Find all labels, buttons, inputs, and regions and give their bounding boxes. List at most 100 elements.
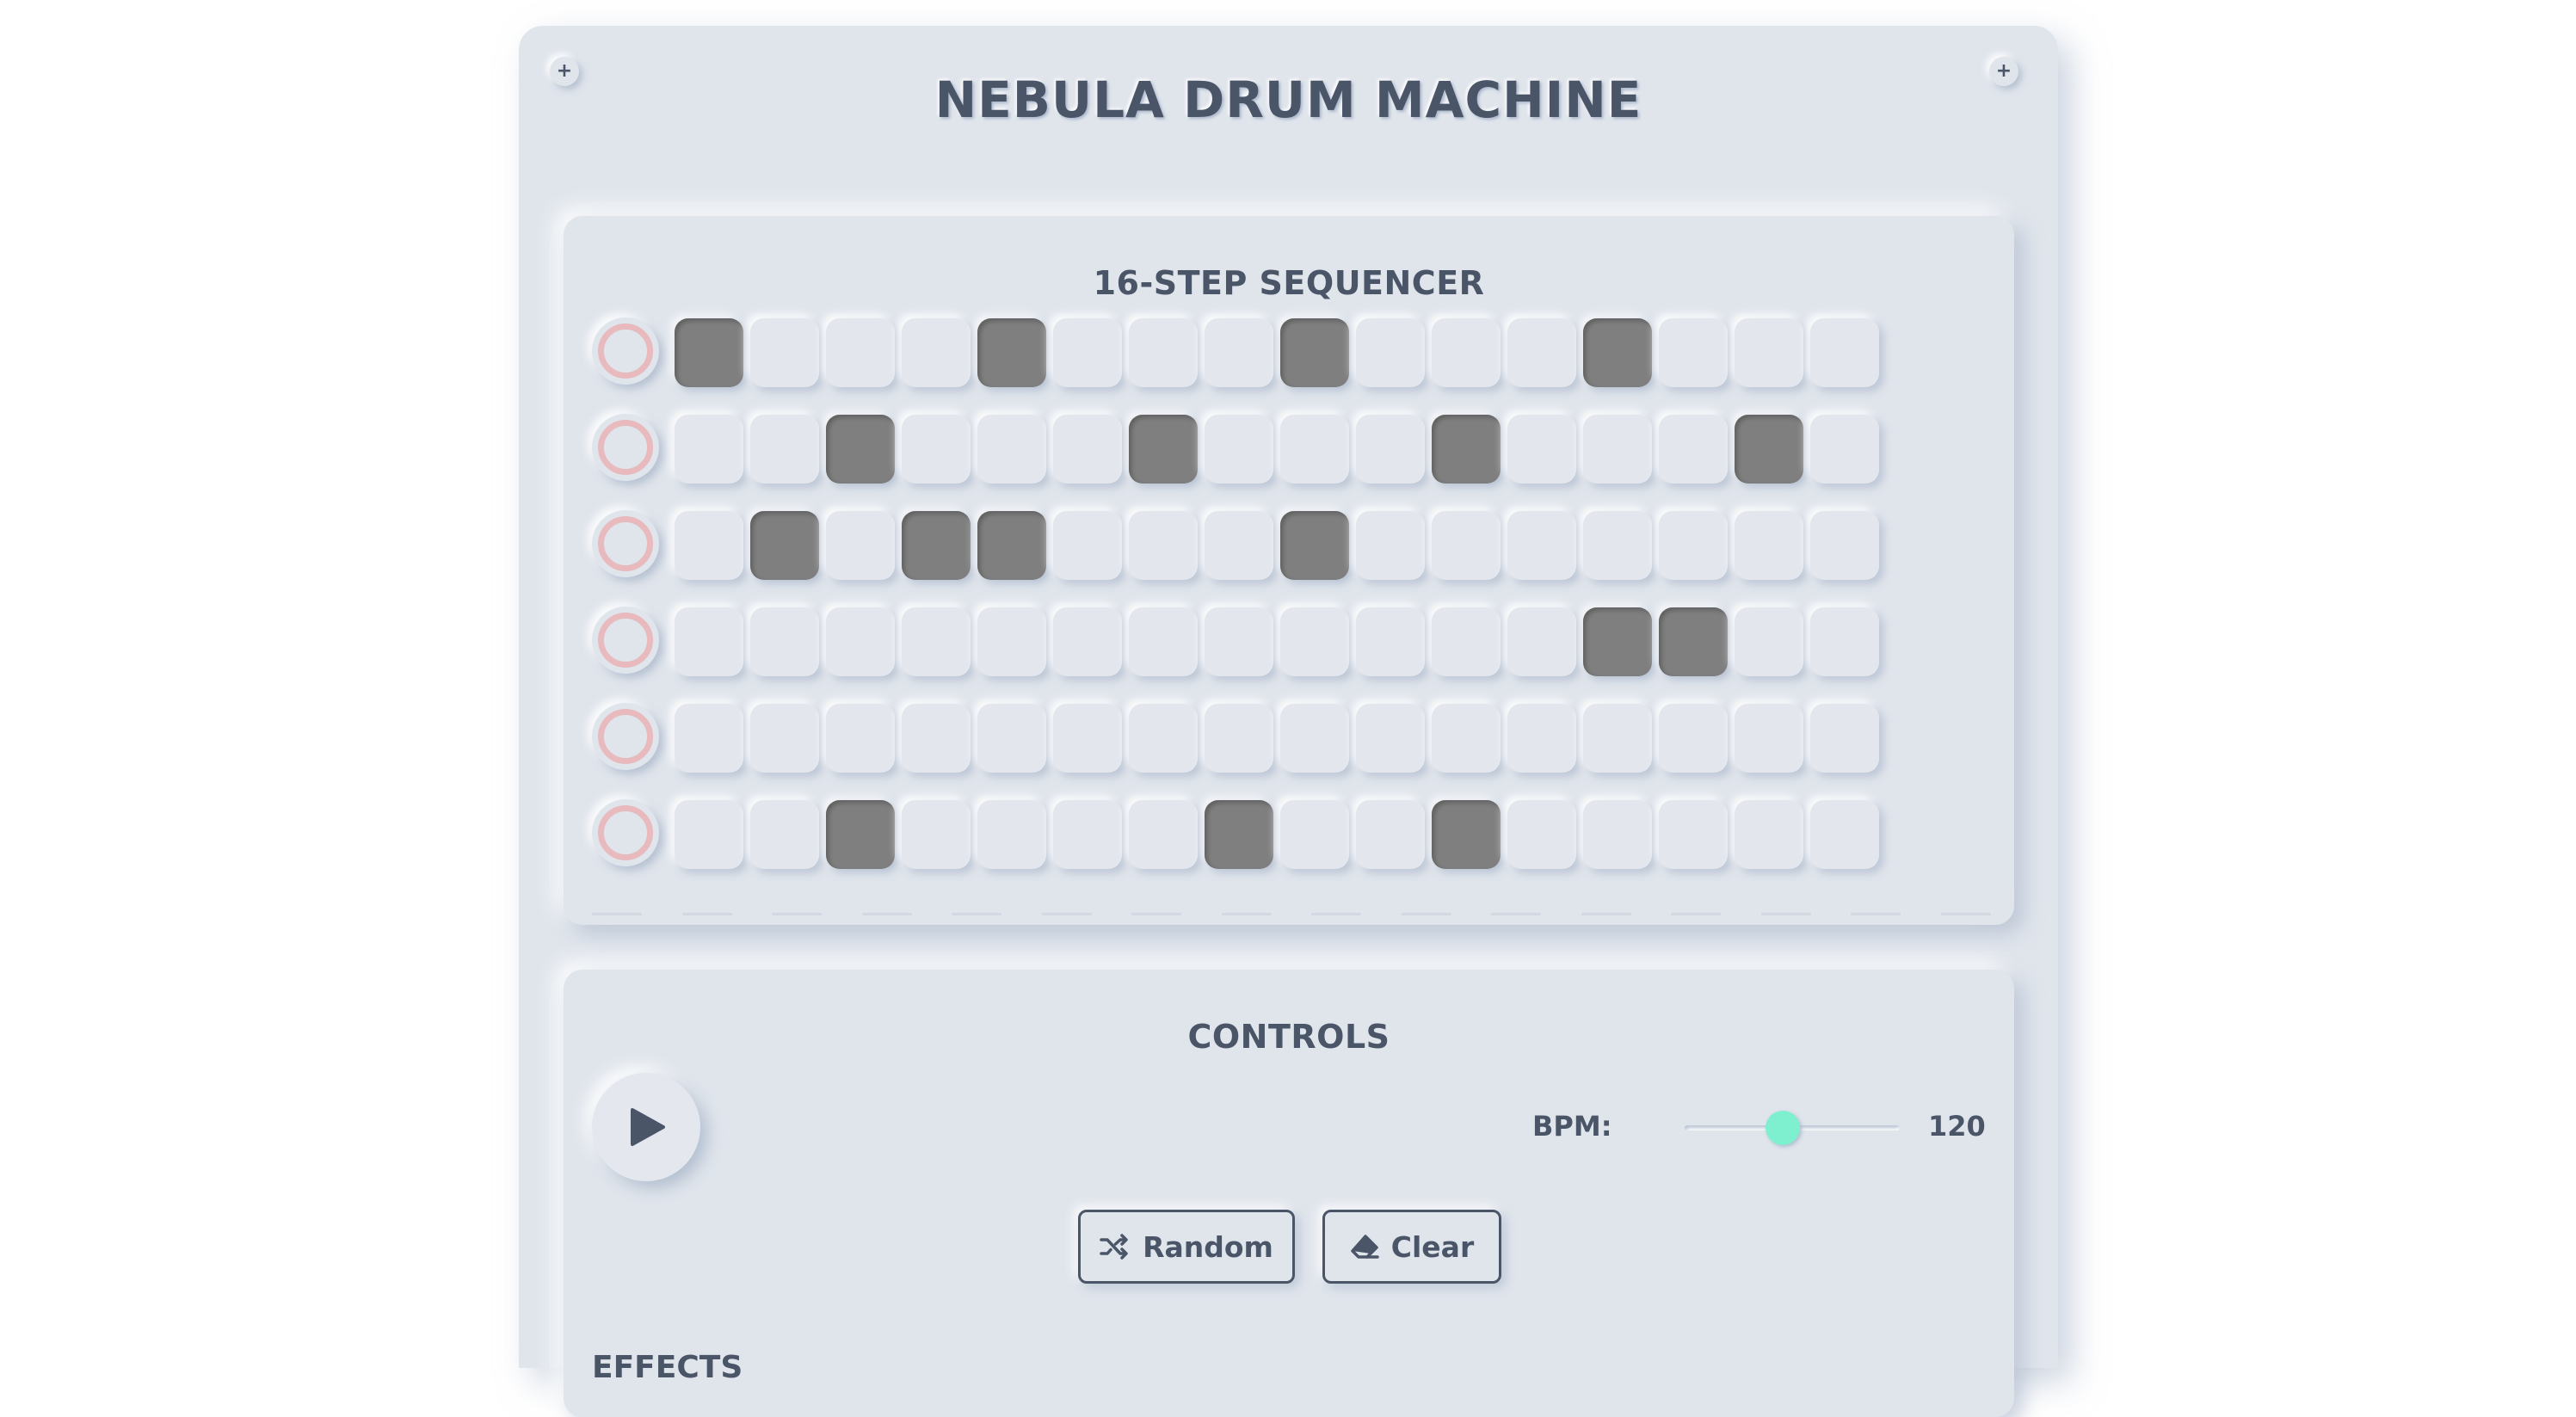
step-pad[interactable]	[1053, 415, 1122, 484]
step-pad[interactable]	[1356, 607, 1425, 676]
step-pad[interactable]	[1810, 607, 1879, 676]
step-pad[interactable]	[1659, 511, 1728, 580]
clear-button[interactable]: Clear	[1322, 1210, 1501, 1284]
step-pad-active[interactable]	[977, 318, 1046, 387]
step-pad[interactable]	[675, 511, 743, 580]
step-pad[interactable]	[1432, 704, 1501, 773]
step-pad[interactable]	[1659, 704, 1728, 773]
step-pad-active[interactable]	[1432, 415, 1501, 484]
step-pad[interactable]	[1280, 800, 1349, 869]
step-pad-active[interactable]	[1280, 511, 1349, 580]
step-pad[interactable]	[1432, 607, 1501, 676]
track-button[interactable]	[592, 414, 659, 481]
step-pad[interactable]	[1053, 511, 1122, 580]
step-pad[interactable]	[1280, 704, 1349, 773]
step-pad[interactable]	[1053, 318, 1122, 387]
step-pad[interactable]	[977, 800, 1046, 869]
step-pad[interactable]	[902, 800, 971, 869]
track-button[interactable]	[592, 510, 659, 577]
step-pad[interactable]	[1356, 511, 1425, 580]
step-pad-active[interactable]	[826, 800, 895, 869]
step-pad[interactable]	[1205, 415, 1273, 484]
step-pad[interactable]	[1507, 704, 1576, 773]
step-pad[interactable]	[1356, 415, 1425, 484]
step-pad[interactable]	[1583, 511, 1652, 580]
step-pad[interactable]	[1810, 415, 1879, 484]
step-pad[interactable]	[1507, 800, 1576, 869]
step-pad-active[interactable]	[675, 318, 743, 387]
step-pad[interactable]	[902, 415, 971, 484]
step-pad[interactable]	[826, 318, 895, 387]
step-pad[interactable]	[1735, 607, 1803, 676]
step-pad[interactable]	[1507, 318, 1576, 387]
step-pad[interactable]	[1735, 704, 1803, 773]
step-pad[interactable]	[902, 607, 971, 676]
step-pad[interactable]	[1129, 800, 1198, 869]
step-pad[interactable]	[1507, 415, 1576, 484]
step-pad[interactable]	[1205, 607, 1273, 676]
step-pad[interactable]	[902, 704, 971, 773]
step-pad[interactable]	[902, 318, 971, 387]
step-pad[interactable]	[1810, 800, 1879, 869]
step-pad-active[interactable]	[1735, 415, 1803, 484]
track-button[interactable]	[592, 703, 659, 770]
step-pad[interactable]	[750, 415, 819, 484]
step-pad-active[interactable]	[1205, 800, 1273, 869]
step-pad-active[interactable]	[902, 511, 971, 580]
step-pad-active[interactable]	[1583, 318, 1652, 387]
step-pad[interactable]	[1810, 511, 1879, 580]
bpm-slider-thumb[interactable]	[1766, 1111, 1800, 1145]
step-pad[interactable]	[1280, 415, 1349, 484]
step-pad[interactable]	[826, 704, 895, 773]
step-pad[interactable]	[1129, 704, 1198, 773]
step-pad-active[interactable]	[1432, 800, 1501, 869]
step-pad[interactable]	[1205, 704, 1273, 773]
step-pad[interactable]	[1280, 607, 1349, 676]
step-pad[interactable]	[750, 704, 819, 773]
step-pad[interactable]	[1583, 800, 1652, 869]
step-pad[interactable]	[1507, 511, 1576, 580]
play-button[interactable]	[592, 1073, 700, 1181]
step-pad[interactable]	[750, 800, 819, 869]
step-pad[interactable]	[1356, 800, 1425, 869]
step-pad[interactable]	[675, 800, 743, 869]
step-pad[interactable]	[1205, 318, 1273, 387]
step-pad[interactable]	[977, 415, 1046, 484]
step-pad[interactable]	[826, 607, 895, 676]
step-pad[interactable]	[1129, 318, 1198, 387]
step-pad[interactable]	[1053, 607, 1122, 676]
step-pad[interactable]	[1735, 511, 1803, 580]
step-pad[interactable]	[977, 607, 1046, 676]
step-pad[interactable]	[750, 607, 819, 676]
step-pad[interactable]	[1129, 511, 1198, 580]
step-pad-active[interactable]	[750, 511, 819, 580]
step-pad[interactable]	[1129, 607, 1198, 676]
step-pad[interactable]	[1432, 511, 1501, 580]
step-pad[interactable]	[1810, 318, 1879, 387]
step-pad[interactable]	[1583, 704, 1652, 773]
step-pad[interactable]	[1735, 800, 1803, 869]
step-pad[interactable]	[1735, 318, 1803, 387]
step-pad[interactable]	[1583, 415, 1652, 484]
step-pad[interactable]	[675, 607, 743, 676]
step-pad[interactable]	[1205, 511, 1273, 580]
step-pad[interactable]	[1053, 704, 1122, 773]
step-pad[interactable]	[675, 415, 743, 484]
track-button[interactable]	[592, 317, 659, 385]
step-pad[interactable]	[977, 704, 1046, 773]
step-pad[interactable]	[1810, 704, 1879, 773]
step-pad-active[interactable]	[1583, 607, 1652, 676]
step-pad-active[interactable]	[1659, 607, 1728, 676]
step-pad[interactable]	[675, 704, 743, 773]
step-pad-active[interactable]	[826, 415, 895, 484]
step-pad[interactable]	[1659, 415, 1728, 484]
random-button[interactable]: Random	[1078, 1210, 1295, 1284]
step-pad[interactable]	[1356, 318, 1425, 387]
step-pad[interactable]	[1356, 704, 1425, 773]
step-pad[interactable]	[1053, 800, 1122, 869]
track-button[interactable]	[592, 799, 659, 866]
step-pad[interactable]	[1432, 318, 1501, 387]
step-pad[interactable]	[1659, 800, 1728, 869]
step-pad-active[interactable]	[1280, 318, 1349, 387]
step-pad[interactable]	[1659, 318, 1728, 387]
